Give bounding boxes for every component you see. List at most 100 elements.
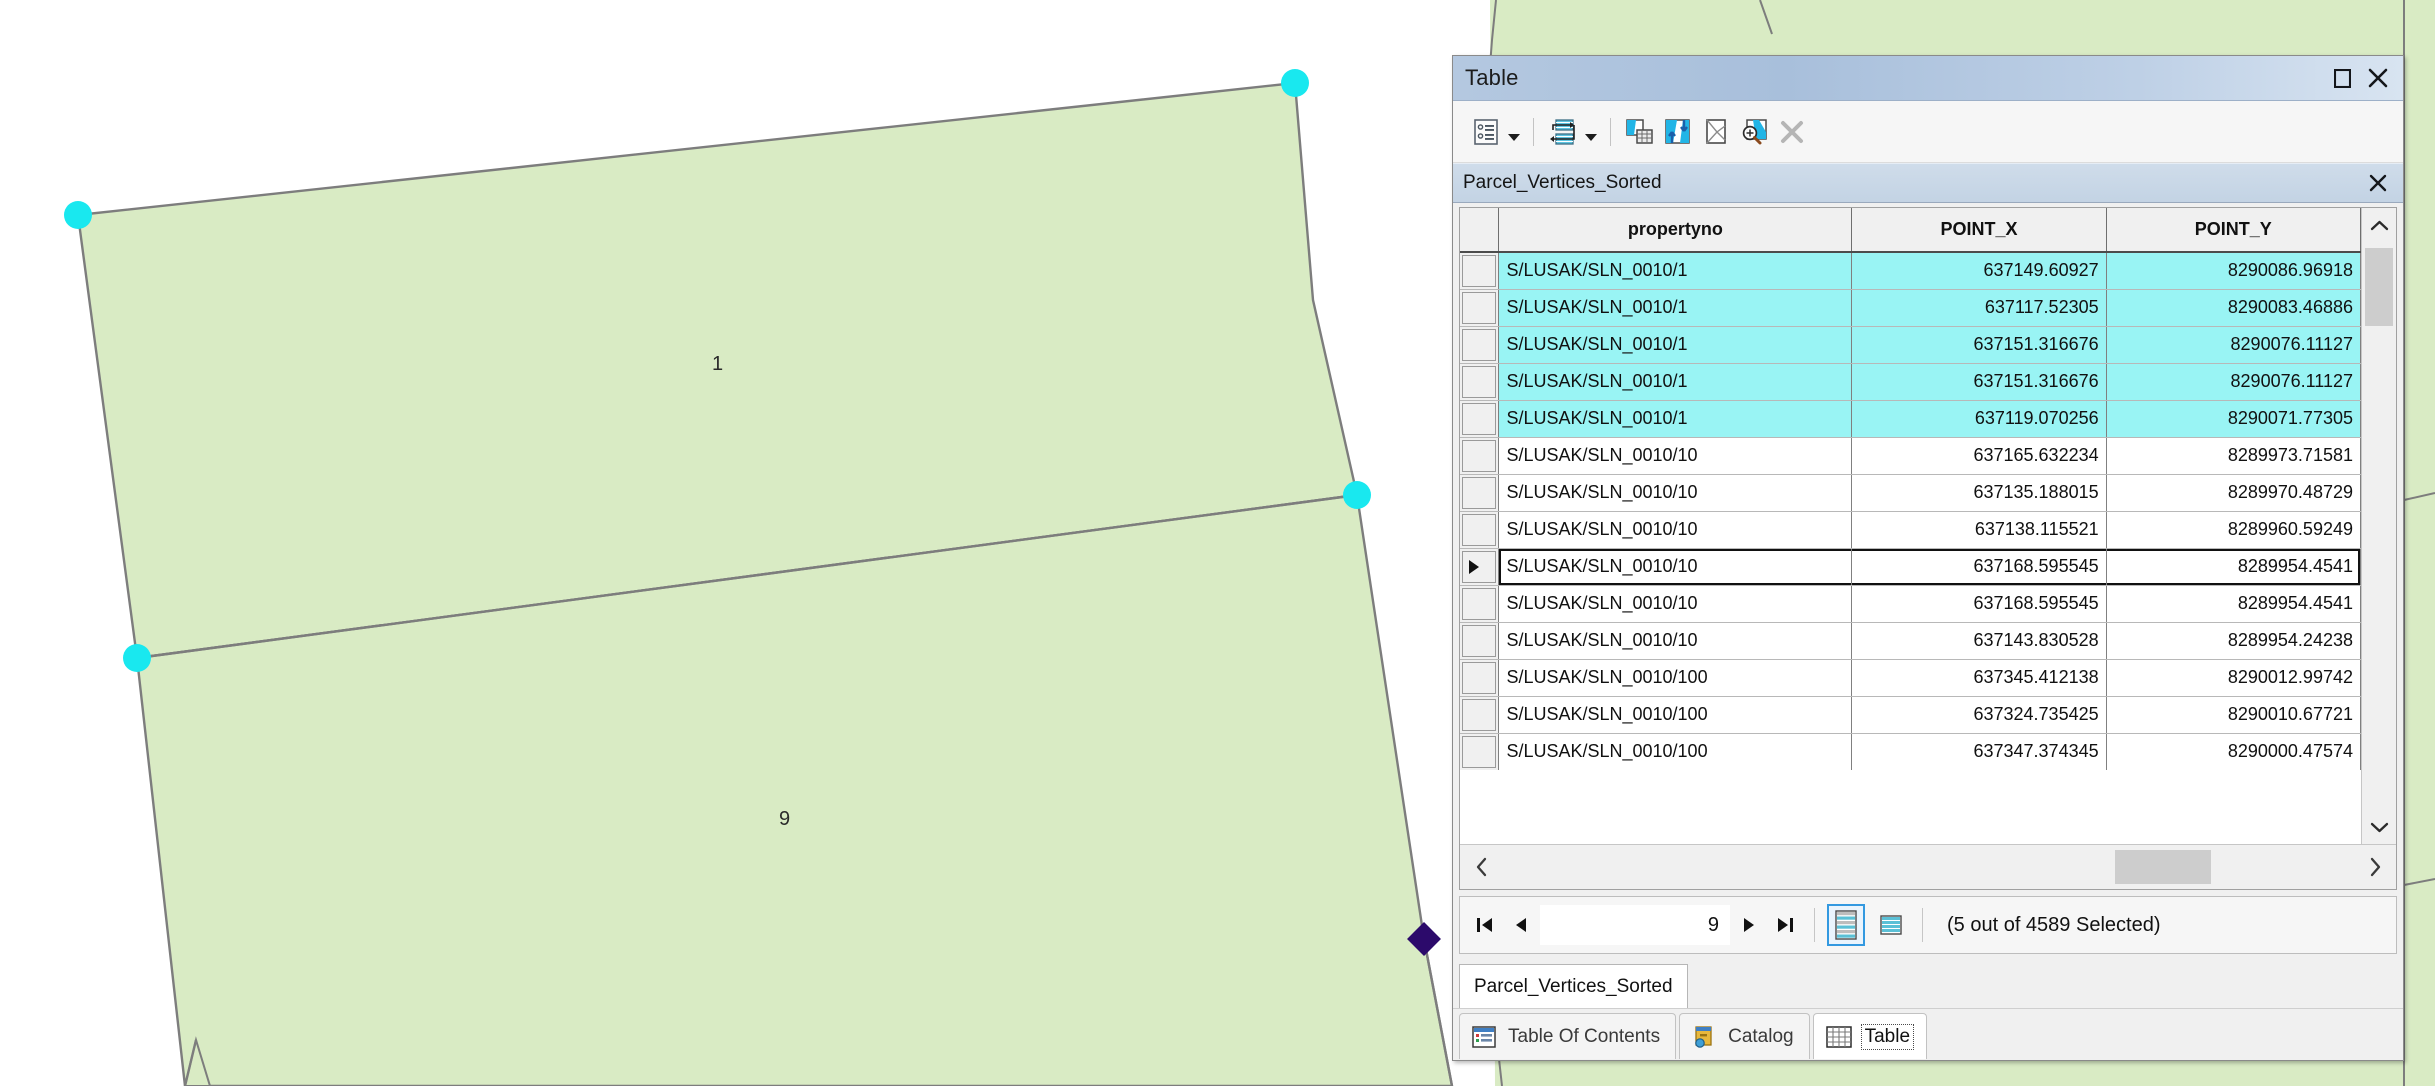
cell-point-x[interactable]: 637151.316676: [1851, 326, 2107, 364]
cell-propertyno[interactable]: S/LUSAK/SLN_0010/10: [1498, 511, 1853, 549]
cell-point-x[interactable]: 637168.595545: [1851, 548, 2107, 586]
column-header-point-y[interactable]: POINT_Y: [2106, 208, 2361, 253]
cell-point-x[interactable]: 637345.412138: [1851, 659, 2107, 697]
cell-propertyno[interactable]: S/LUSAK/SLN_0010/100: [1498, 659, 1853, 697]
cell-point-x[interactable]: 637324.735425: [1851, 696, 2107, 734]
cell-propertyno[interactable]: S/LUSAK/SLN_0010/10: [1498, 585, 1853, 623]
cell-point-y[interactable]: 8289973.71581: [2106, 437, 2361, 475]
cell-point-x[interactable]: 637117.52305: [1851, 289, 2107, 327]
cell-point-x[interactable]: 637143.830528: [1851, 622, 2107, 660]
table-row[interactable]: S/LUSAK/SLN_0010/100 637345.412138 82900…: [1460, 659, 2361, 697]
row-selector[interactable]: [1460, 474, 1500, 512]
row-selector[interactable]: [1460, 326, 1500, 364]
cell-point-y[interactable]: 8290012.99742: [2106, 659, 2361, 697]
cell-propertyno[interactable]: S/LUSAK/SLN_0010/10: [1498, 474, 1853, 512]
tab-table-of-contents[interactable]: Table Of Contents: [1459, 1013, 1677, 1059]
row-selector[interactable]: [1460, 289, 1500, 327]
cell-point-x[interactable]: 637135.188015: [1851, 474, 2107, 512]
cell-point-y[interactable]: 8289970.48729: [2106, 474, 2361, 512]
cell-point-y[interactable]: 8290086.96918: [2106, 252, 2361, 290]
zoom-to-selected-icon[interactable]: [1735, 113, 1773, 151]
row-selector[interactable]: [1460, 585, 1500, 623]
cell-point-y[interactable]: 8290083.46886: [2106, 289, 2361, 327]
cell-point-x[interactable]: 637138.115521: [1851, 511, 2107, 549]
chevron-left-icon[interactable]: [1460, 845, 1502, 889]
row-selector[interactable]: [1460, 733, 1500, 770]
cell-point-y[interactable]: 8290000.47574: [2106, 733, 2361, 770]
row-selector[interactable]: [1460, 363, 1500, 401]
cell-propertyno[interactable]: S/LUSAK/SLN_0010/1: [1498, 326, 1853, 364]
vertical-scroll-thumb[interactable]: [2365, 248, 2393, 326]
chevron-down-icon[interactable]: [2362, 810, 2396, 844]
related-tables-icon[interactable]: [1544, 113, 1582, 151]
cell-point-x[interactable]: 637168.595545: [1851, 585, 2107, 623]
chevron-up-icon[interactable]: [2362, 208, 2396, 242]
table-options-caret[interactable]: [1505, 113, 1523, 151]
cell-point-x[interactable]: 637119.070256: [1851, 400, 2107, 438]
table-row[interactable]: S/LUSAK/SLN_0010/1 637117.52305 8290083.…: [1460, 289, 2361, 327]
table-row[interactable]: S/LUSAK/SLN_0010/10 637135.188015 828997…: [1460, 474, 2361, 512]
horizontal-scroll-thumb[interactable]: [2115, 850, 2212, 884]
record-number-input[interactable]: 9: [1540, 905, 1730, 945]
cell-point-y[interactable]: 8290076.11127: [2106, 326, 2361, 364]
clear-selection-icon[interactable]: [1697, 113, 1735, 151]
table-row[interactable]: S/LUSAK/SLN_0010/10 637138.115521 828996…: [1460, 511, 2361, 549]
horizontal-scrollbar[interactable]: [1460, 844, 2396, 889]
row-selector[interactable]: [1460, 437, 1500, 475]
cell-point-y[interactable]: 8290071.77305: [2106, 400, 2361, 438]
layer-tab-parcel-vertices-sorted[interactable]: Parcel_Vertices_Sorted: [1459, 964, 1688, 1008]
table-row[interactable]: S/LUSAK/SLN_0010/10 637143.830528 828995…: [1460, 622, 2361, 660]
table-row[interactable]: S/LUSAK/SLN_0010/1 637151.316676 8290076…: [1460, 363, 2361, 401]
cell-propertyno[interactable]: S/LUSAK/SLN_0010/1: [1498, 252, 1853, 290]
table-row[interactable]: S/LUSAK/SLN_0010/1 637151.316676 8290076…: [1460, 326, 2361, 364]
table-row[interactable]: S/LUSAK/SLN_0010/1 637119.070256 8290071…: [1460, 400, 2361, 438]
related-tables-caret[interactable]: [1582, 113, 1600, 151]
show-all-records-icon[interactable]: [1827, 904, 1865, 946]
next-record-icon[interactable]: [1732, 905, 1766, 945]
cell-point-y[interactable]: 8289954.4541: [2106, 585, 2361, 623]
select-all-header[interactable]: [1460, 208, 1500, 253]
cell-point-y[interactable]: 8289954.24238: [2106, 622, 2361, 660]
tab-catalog[interactable]: Catalog: [1679, 1013, 1810, 1059]
previous-record-icon[interactable]: [1504, 905, 1538, 945]
row-selector[interactable]: [1460, 252, 1500, 290]
vertical-scroll-track[interactable]: [2362, 242, 2396, 810]
table-row-partial[interactable]: S/LUSAK/SLN_0010/100 637347.374345 82900…: [1460, 733, 2361, 770]
cell-point-y[interactable]: 8290076.11127: [2106, 363, 2361, 401]
select-by-attributes-icon[interactable]: [1621, 113, 1659, 151]
cell-point-x[interactable]: 637347.374345: [1851, 733, 2107, 770]
show-selected-records-icon[interactable]: [1872, 904, 1910, 946]
cell-point-y[interactable]: 8289960.59249: [2106, 511, 2361, 549]
chevron-right-icon[interactable]: [2354, 845, 2396, 889]
row-selector[interactable]: [1460, 696, 1500, 734]
row-selector[interactable]: [1460, 400, 1500, 438]
table-options-icon[interactable]: [1467, 113, 1505, 151]
row-selector[interactable]: [1460, 511, 1500, 549]
close-icon[interactable]: [2365, 174, 2391, 192]
row-selector[interactable]: [1460, 622, 1500, 660]
cell-point-x[interactable]: 637151.316676: [1851, 363, 2107, 401]
table-row[interactable]: S/LUSAK/SLN_0010/10 637165.632234 828997…: [1460, 437, 2361, 475]
table-row[interactable]: S/LUSAK/SLN_0010/1 637149.60927 8290086.…: [1460, 252, 2361, 290]
first-record-icon[interactable]: [1468, 905, 1502, 945]
cell-point-x[interactable]: 637165.632234: [1851, 437, 2107, 475]
switch-selection-icon[interactable]: [1659, 113, 1697, 151]
restore-icon[interactable]: [2331, 67, 2353, 89]
cell-propertyno[interactable]: S/LUSAK/SLN_0010/1: [1498, 400, 1853, 438]
cell-propertyno[interactable]: S/LUSAK/SLN_0010/1: [1498, 363, 1853, 401]
row-selector[interactable]: [1460, 659, 1500, 697]
row-selector-current[interactable]: [1460, 548, 1500, 586]
cell-point-x[interactable]: 637149.60927: [1851, 252, 2107, 290]
vertical-scrollbar[interactable]: [2361, 208, 2396, 844]
close-icon[interactable]: [2367, 67, 2389, 89]
table-row-current[interactable]: S/LUSAK/SLN_0010/10 637168.595545 828995…: [1460, 548, 2361, 586]
cell-propertyno[interactable]: S/LUSAK/SLN_0010/10: [1498, 548, 1853, 586]
cell-propertyno[interactable]: S/LUSAK/SLN_0010/100: [1498, 733, 1853, 770]
cell-point-y[interactable]: 8290010.67721: [2106, 696, 2361, 734]
cell-point-y[interactable]: 8289954.4541: [2106, 548, 2361, 586]
cell-propertyno[interactable]: S/LUSAK/SLN_0010/1: [1498, 289, 1853, 327]
cell-propertyno[interactable]: S/LUSAK/SLN_0010/100: [1498, 696, 1853, 734]
horizontal-scroll-track[interactable]: [1502, 845, 2354, 889]
table-row[interactable]: S/LUSAK/SLN_0010/100 637324.735425 82900…: [1460, 696, 2361, 734]
column-header-propertyno[interactable]: propertyno: [1498, 208, 1853, 253]
